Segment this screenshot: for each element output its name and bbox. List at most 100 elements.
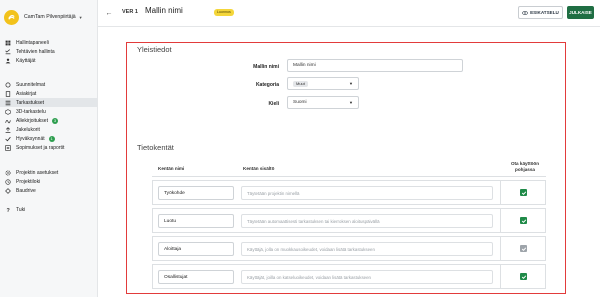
checkmark-icon bbox=[521, 190, 526, 195]
version-label: VER 1 bbox=[122, 9, 138, 15]
field-name-input[interactable]: Työkohde bbox=[158, 186, 234, 200]
sidebar-item-4[interactable]: Asiakirjat bbox=[0, 89, 97, 98]
sidebar-item-1[interactable]: Tehtävien hallinta bbox=[0, 47, 97, 56]
checklist-icon bbox=[5, 48, 11, 55]
sidebar-item-label: Käyttäjät bbox=[16, 57, 36, 64]
sidebar-item-label: Sopimukset ja raportit bbox=[16, 144, 65, 151]
enable-cell bbox=[500, 237, 546, 260]
signature-icon bbox=[5, 118, 11, 124]
sidebar-item-7[interactable]: Allekirjoitukset 3 bbox=[0, 116, 97, 125]
enable-checkbox[interactable] bbox=[520, 273, 527, 280]
enable-cell bbox=[500, 265, 546, 288]
preview-button-label: ESIKATSELU bbox=[530, 10, 559, 15]
field-content-input: Täytetään automaattisesti tarkastuksen t… bbox=[241, 214, 493, 228]
status-badge: Luonnos bbox=[214, 9, 234, 16]
sidebar-item-12[interactable]: Projektiloki bbox=[0, 177, 97, 186]
sidebar-item-label: Jakelukorit bbox=[16, 126, 40, 133]
list-icon bbox=[5, 100, 11, 106]
sidebar-item-3[interactable]: Suunnitelmat bbox=[0, 80, 97, 89]
chevron-down-icon: ▼ bbox=[78, 14, 83, 20]
cube-icon bbox=[5, 108, 11, 115]
field-content-input: Täytetään projektin nimellä bbox=[241, 186, 493, 200]
publish-button[interactable]: JULKAISE bbox=[567, 6, 594, 19]
field-content-input: Käyttäjä, jolla on muokkausoikeudet, voi… bbox=[241, 242, 493, 256]
field-name-input[interactable]: Osallistujat bbox=[158, 270, 234, 284]
sidebar-item-label: Projektiloki bbox=[16, 178, 41, 185]
sidebar-item-6[interactable]: 3D-tarkastelu bbox=[0, 107, 97, 116]
field-content-input: Käyttäjät, joilla on katseluoikeudet, vo… bbox=[241, 270, 493, 284]
checkmark-icon bbox=[521, 246, 526, 251]
enable-checkbox bbox=[520, 245, 527, 252]
category-chip: Muut bbox=[293, 80, 308, 87]
category-select[interactable]: Muut ▼ bbox=[287, 77, 359, 90]
template-editor-card: Yleistiedot Mallin nimi Mallin nimi Kate… bbox=[126, 42, 566, 294]
sidebar-item-5[interactable]: Tarkastukset bbox=[0, 98, 97, 107]
sidebar-item-label: 3D-tarkastelu bbox=[16, 108, 46, 115]
table-row: Työkohde Täytetään projektin nimellä bbox=[152, 180, 546, 205]
sidebar-item-label: Projektin asetukset bbox=[16, 169, 59, 176]
back-arrow-icon[interactable]: ← bbox=[104, 8, 114, 18]
sidebar-item-10[interactable]: Sopimukset ja raportit bbox=[0, 143, 97, 152]
table-row: Aloittaja Käyttäjä, jolla on muokkausoike… bbox=[152, 236, 546, 261]
general-section-title: Yleistiedot bbox=[137, 45, 172, 54]
main-content: Yleistiedot Mallin nimi Mallin nimi Kate… bbox=[98, 28, 600, 297]
sidebar-item-label: Tehtävien hallinta bbox=[16, 48, 55, 55]
sidebar-item-label: Tarkastukset bbox=[16, 99, 45, 106]
sidebar-item-9[interactable]: Hyväksynnät 1 bbox=[0, 134, 97, 143]
document-icon bbox=[5, 90, 11, 97]
sidebar-item-label: Allekirjoitukset bbox=[16, 117, 48, 124]
preview-button[interactable]: ESIKATSELU bbox=[518, 6, 563, 19]
company-logo bbox=[4, 9, 19, 25]
sidebar-item-2[interactable]: Käyttäjät bbox=[0, 56, 97, 65]
name-label: Mallin nimi bbox=[253, 64, 279, 70]
language-value: Suomi bbox=[293, 100, 307, 105]
column-header-name: Kentän nimi bbox=[158, 166, 185, 171]
enable-cell bbox=[500, 181, 546, 204]
field-name-input[interactable]: Luotu bbox=[158, 214, 234, 228]
table-header-divider bbox=[152, 176, 546, 177]
enable-checkbox[interactable] bbox=[520, 189, 527, 196]
page-title: Mallin nimi bbox=[145, 6, 183, 15]
count-badge: 1 bbox=[48, 135, 55, 142]
clock-icon bbox=[5, 178, 11, 185]
chevron-down-icon: ▼ bbox=[349, 100, 353, 105]
sidebar-item-label: Tuki bbox=[16, 206, 26, 213]
table-row: Osallistujat Käyttäjät, joilla on katselu… bbox=[152, 264, 546, 289]
project-name: CamTam Pilvenpiirtäjä bbox=[24, 14, 76, 20]
sidebar-item-8[interactable]: Jakelukorit bbox=[0, 125, 97, 134]
table-row: Luotu Täytetään automaattisesti tarkastuk… bbox=[152, 208, 546, 233]
dashboard-icon bbox=[5, 40, 11, 46]
column-header-content: Kentän sisältö bbox=[243, 166, 275, 171]
enable-checkbox[interactable] bbox=[520, 217, 527, 224]
field-name-input[interactable]: Aloittaja bbox=[158, 242, 234, 256]
enable-cell bbox=[500, 209, 546, 232]
share-icon bbox=[5, 126, 11, 133]
sidebar-item-0[interactable]: Hallintapaneeli bbox=[0, 38, 97, 47]
project-switcher[interactable]: CamTam Pilvenpiirtäjä ▼ bbox=[3, 8, 97, 26]
fields-section-title: Tietokentät bbox=[137, 143, 174, 152]
sidebar-item-13[interactable]: Baudrive bbox=[0, 186, 97, 195]
users-icon bbox=[5, 58, 11, 64]
sidebar-item-label: Hyväksynnät bbox=[16, 135, 45, 142]
sidebar-item-14[interactable]: ? Tuki bbox=[0, 205, 97, 214]
sidebar-item-11[interactable]: Projektin asetukset bbox=[0, 168, 97, 177]
language-label: Kieli bbox=[268, 101, 279, 107]
sidebar-item-label: Suunnitelmat bbox=[16, 81, 46, 88]
sidebar-item-label: Hallintapaneeli bbox=[16, 39, 49, 46]
category-label: Kategoria bbox=[255, 82, 279, 88]
gear-icon bbox=[5, 169, 11, 176]
column-header-enabled: Ota käyttöön pohjassa bbox=[510, 161, 540, 172]
help-icon: ? bbox=[5, 207, 11, 213]
svg-text:?: ? bbox=[7, 208, 10, 213]
sidebar-item-label: Asiakirjat bbox=[16, 90, 37, 97]
drive-icon bbox=[5, 187, 11, 194]
language-select[interactable]: Suomi ▼ bbox=[287, 96, 359, 109]
model-name-input[interactable]: Mallin nimi bbox=[287, 59, 463, 72]
chevron-down-icon: ▼ bbox=[349, 81, 353, 86]
refresh-icon bbox=[5, 82, 11, 88]
sidebar: CamTam Pilvenpiirtäjä ▼ Hallintapaneeli T… bbox=[0, 0, 98, 297]
eye-icon bbox=[522, 10, 528, 15]
count-badge: 3 bbox=[51, 117, 58, 124]
top-bar: ← VER 1 Mallin nimi Luonnos ESIKATSELU J… bbox=[98, 0, 600, 27]
checkmark-icon bbox=[521, 218, 526, 223]
